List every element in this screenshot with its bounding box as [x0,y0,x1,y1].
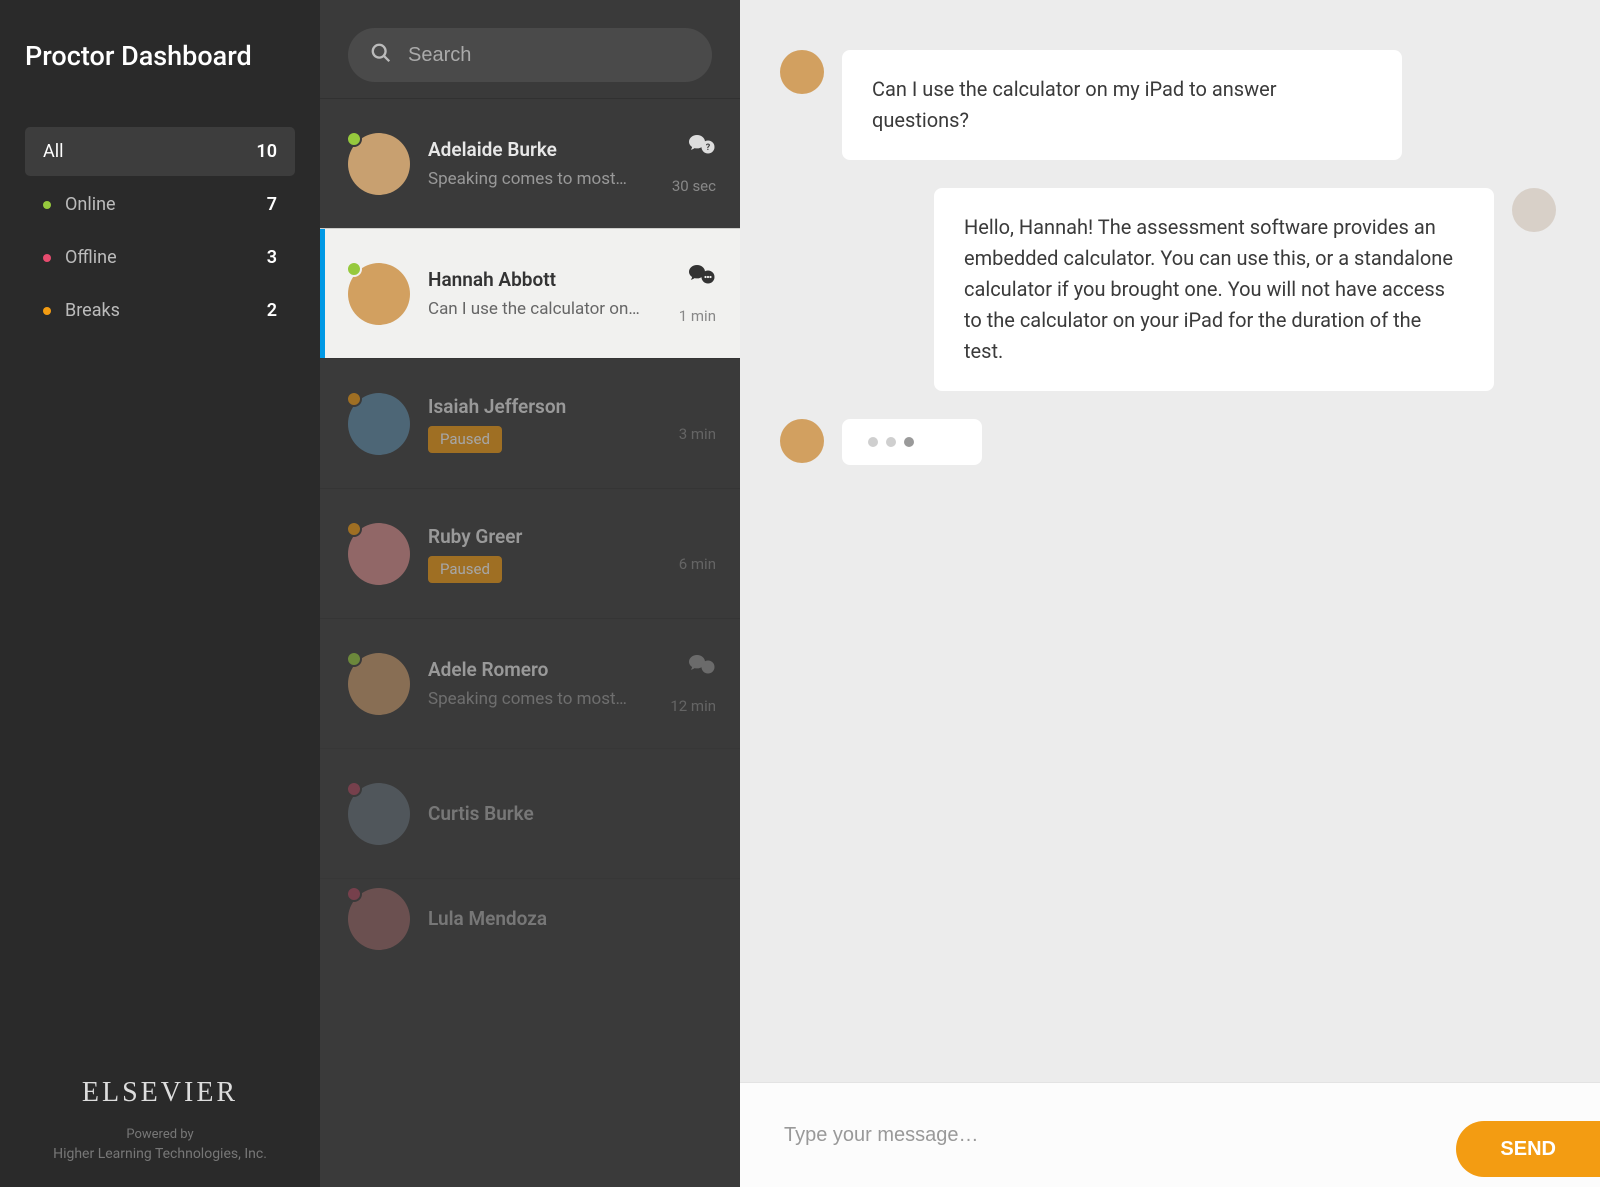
student-name: Curtis Burke [428,802,716,825]
filter-count: 2 [267,300,277,321]
student-meta: 12 min [670,653,716,715]
student-name: Hannah Abbott [428,268,679,291]
avatar [1512,188,1556,232]
status-indicator [346,781,362,797]
filter-breaks[interactable]: Breaks 2 [25,286,295,335]
student-row[interactable]: Adele Romero Speaking comes to most… 12 … [320,618,740,748]
student-info: Isaiah Jefferson Paused [428,395,679,453]
brand-logo: ELSEVIER [25,1077,295,1109]
avatar [348,783,410,845]
student-info: Adelaide Burke Speaking comes to most… [428,138,672,189]
status-indicator [346,521,362,537]
filter-count: 10 [256,141,277,162]
student-row[interactable]: Curtis Burke [320,748,740,878]
avatar [348,263,410,325]
message-row-proctor: Hello, Hannah! The assessment software p… [780,188,1556,391]
filter-all[interactable]: All 10 [25,127,295,176]
chat-messages: Can I use the calculator on my iPad to a… [740,0,1600,1082]
student-name: Isaiah Jefferson [428,395,679,418]
avatar [780,419,824,463]
chat-active-icon [688,263,716,287]
student-time: 30 sec [672,177,716,195]
status-dot-online [43,201,51,209]
powered-label: Powered by [25,1127,295,1142]
message-bubble: Hello, Hannah! The assessment software p… [934,188,1494,391]
status-indicator [346,261,362,277]
student-preview: Speaking comes to most… [428,169,672,189]
student-time: 12 min [670,697,716,715]
message-bubble: Can I use the calculator on my iPad to a… [842,50,1402,160]
typing-dots-icon [868,437,956,447]
student-preview: Can I use the calculator on… [428,299,679,319]
avatar [348,523,410,585]
chat-question-icon: ? [688,133,716,157]
student-row[interactable]: Hannah Abbott Can I use the calculator o… [320,228,740,358]
search-input[interactable] [408,44,690,67]
status-indicator [346,131,362,147]
student-meta: 6 min [679,535,716,573]
student-name: Adele Romero [428,658,670,681]
message-row-typing [780,419,1556,465]
filter-online[interactable]: Online 7 [25,180,295,229]
student-info: Hannah Abbott Can I use the calculator o… [428,268,679,319]
avatar [780,50,824,94]
search-bar[interactable] [348,28,712,82]
send-button[interactable]: SEND [1456,1121,1600,1177]
avatar [348,888,410,950]
student-row[interactable]: Lula Mendoza [320,878,740,958]
chat-input-bar: SEND [740,1082,1600,1187]
chat-panel: Can I use the calculator on my iPad to a… [740,0,1600,1187]
student-list-panel: Adelaide Burke Speaking comes to most… ?… [320,0,740,1187]
student-meta: 1 min [679,263,716,325]
sidebar: Proctor Dashboard All 10 Online 7 Offlin… [0,0,320,1187]
student-row[interactable]: Adelaide Burke Speaking comes to most… ?… [320,98,740,228]
student-name: Lula Mendoza [428,907,716,930]
student-info: Lula Mendoza [428,907,716,930]
student-name: Adelaide Burke [428,138,672,161]
student-preview: Speaking comes to most… [428,689,670,709]
student-meta: ? 30 sec [672,133,716,195]
avatar [348,133,410,195]
avatar [348,653,410,715]
filter-count: 7 [267,194,277,215]
student-info: Ruby Greer Paused [428,525,679,583]
student-name: Ruby Greer [428,525,679,548]
page-title: Proctor Dashboard [25,40,295,72]
filter-label: Breaks [65,300,267,321]
status-indicator [346,391,362,407]
message-row-student: Can I use the calculator on my iPad to a… [780,50,1556,160]
filter-count: 3 [267,247,277,268]
student-time: 1 min [679,307,716,325]
status-indicator [346,651,362,667]
filter-label: Offline [65,247,267,268]
company-label: Higher Learning Technologies, Inc. [25,1146,295,1162]
paused-badge: Paused [428,426,502,453]
student-info: Adele Romero Speaking comes to most… [428,658,670,709]
filter-offline[interactable]: Offline 3 [25,233,295,282]
status-dot-offline [43,254,51,262]
student-info: Curtis Burke [428,802,716,825]
message-input[interactable] [784,1124,1456,1147]
student-time: 3 min [679,425,716,443]
status-dot-break [43,307,51,315]
status-indicator [346,886,362,902]
avatar [348,393,410,455]
svg-text:?: ? [706,143,711,153]
student-row[interactable]: Ruby Greer Paused 6 min [320,488,740,618]
student-time: 6 min [679,555,716,573]
student-meta: 3 min [679,405,716,443]
paused-badge: Paused [428,556,502,583]
sidebar-footer: ELSEVIER Powered by Higher Learning Tech… [25,1077,295,1162]
filter-label: Online [65,194,267,215]
typing-indicator [842,419,982,465]
search-wrap [320,0,740,98]
chat-muted-icon [688,653,716,677]
filter-label: All [43,141,256,162]
student-row[interactable]: Isaiah Jefferson Paused 3 min [320,358,740,488]
filter-list: All 10 Online 7 Offline 3 Breaks 2 [25,127,295,1077]
search-icon [370,42,408,68]
